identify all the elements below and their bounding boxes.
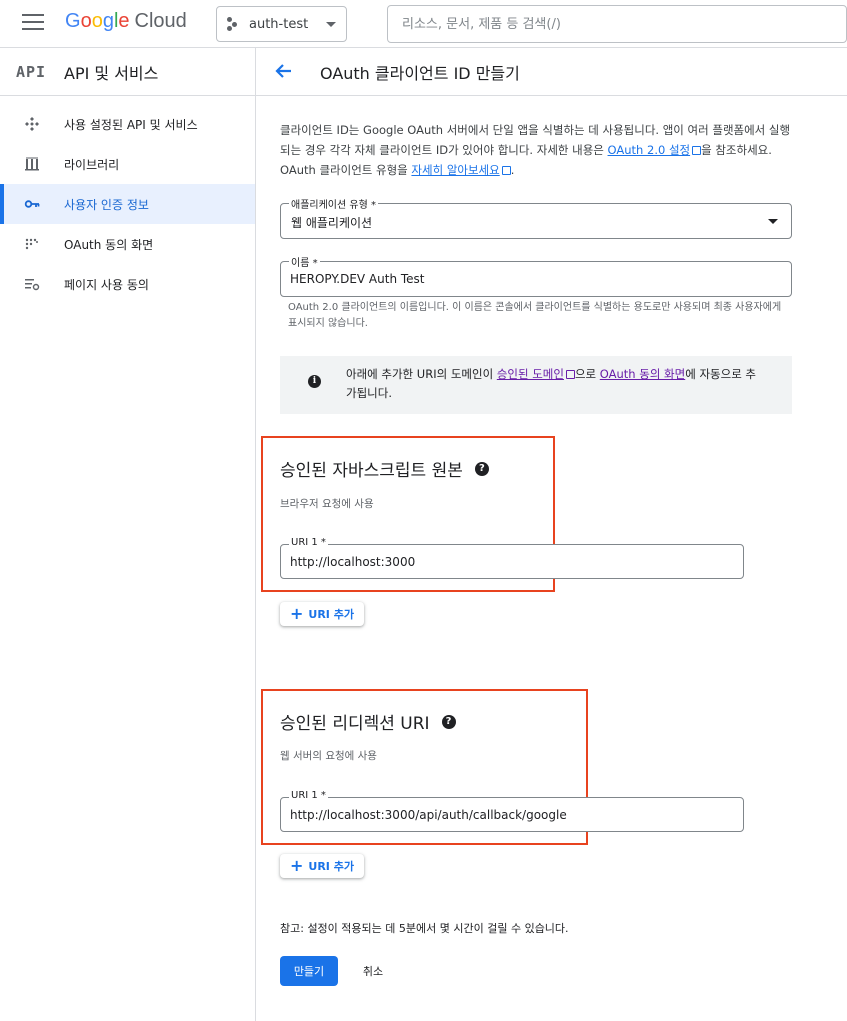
oauth-settings-link[interactable]: OAuth 2.0 설정 xyxy=(608,143,702,157)
application-type-label: 애플리케이션 유형 * xyxy=(289,196,378,211)
project-icon xyxy=(227,17,241,31)
name-field: 이름 * xyxy=(280,254,792,297)
info-box: i 아래에 추가한 URI의 도메인이 승인된 도메인 으로 OAuth 동의 화… xyxy=(280,356,792,414)
menu-icon[interactable] xyxy=(22,14,44,34)
search-input[interactable] xyxy=(402,16,832,32)
sidebar-item-label: 사용 설정된 API 및 서비스 xyxy=(64,117,198,132)
help-icon[interactable]: ? xyxy=(441,714,456,729)
sidebar-item-label: 라이브러리 xyxy=(64,157,120,172)
search-box[interactable] xyxy=(387,5,847,43)
sidebar-title: API 및 서비스 xyxy=(64,63,159,83)
intro-text: 클라이언트 ID는 Google OAuth 서버에서 단일 앱을 식별하는 데… xyxy=(280,123,791,177)
sidebar-item-credentials[interactable]: 사용자 인증 정보 xyxy=(0,184,255,224)
dropdown-arrow-icon xyxy=(768,219,778,224)
sidebar-nav: 사용 설정된 API 및 서비스 라이브러리 사용자 인증 정보 OAuth 동… xyxy=(0,96,255,304)
plus-icon: + xyxy=(290,604,304,623)
sidebar-header: API API 및 서비스 xyxy=(0,48,255,96)
add-js-origin-uri-button[interactable]: + URI 추가 xyxy=(280,602,364,626)
oauth-consent-screen-link[interactable]: OAuth 동의 화면 xyxy=(600,367,685,381)
add-redirect-uri-button[interactable]: + URI 추가 xyxy=(280,854,364,878)
top-bar: Google Cloud auth-test xyxy=(0,0,847,48)
sidebar-item-label: 페이지 사용 동의 xyxy=(64,277,149,292)
external-link-icon xyxy=(565,370,575,379)
consent-screen-icon xyxy=(24,236,40,252)
redirect-uri-field: URI 1 * xyxy=(280,790,744,832)
js-origin-uri-field: URI 1 * xyxy=(280,537,744,579)
learn-more-link[interactable]: 자세히 알아보세요 xyxy=(411,163,511,177)
info-icon: i xyxy=(308,375,321,388)
redirect-uri-input[interactable] xyxy=(290,798,706,831)
redirect-uris-title: 승인된 리디렉션 URI ? xyxy=(280,709,456,734)
info-text: 아래에 추가한 URI의 도메인이 승인된 도메인 으로 OAuth 동의 화면에… xyxy=(346,367,757,400)
sidebar-item-enabled-apis[interactable]: 사용 설정된 API 및 서비스 xyxy=(0,104,255,144)
google-cloud-logo[interactable]: Google Cloud xyxy=(65,10,187,33)
library-icon xyxy=(24,156,40,172)
plus-icon: + xyxy=(290,856,304,875)
sidebar-item-library[interactable]: 라이브러리 xyxy=(0,144,255,184)
api-hub-icon xyxy=(24,116,40,132)
page-title: OAuth 클라이언트 ID 만들기 xyxy=(320,63,520,83)
main-content: OAuth 클라이언트 ID 만들기 클라이언트 ID는 Google OAut… xyxy=(256,48,847,1021)
application-type-value: 웹 애플리케이션 xyxy=(291,216,373,230)
create-button[interactable]: 만들기 xyxy=(280,956,338,986)
settings-list-icon xyxy=(24,276,40,292)
api-logo-icon: API xyxy=(16,62,47,81)
sidebar-item-page-usage[interactable]: 페이지 사용 동의 xyxy=(0,264,255,304)
back-arrow-icon[interactable] xyxy=(274,61,296,83)
help-icon[interactable]: ? xyxy=(474,461,489,476)
sidebar: API API 및 서비스 사용 설정된 API 및 서비스 라이브러리 사용자… xyxy=(0,48,256,1021)
external-link-icon xyxy=(692,146,702,155)
external-link-icon xyxy=(501,166,511,175)
authorized-domains-link[interactable]: 승인된 도메인 xyxy=(497,367,575,381)
redirect-uris-subtitle: 웹 서버의 요청에 사용 xyxy=(280,750,377,762)
cancel-button[interactable]: 취소 xyxy=(356,956,390,986)
sidebar-item-oauth-consent[interactable]: OAuth 동의 화면 xyxy=(0,224,255,264)
key-icon xyxy=(24,196,40,212)
js-origins-title: 승인된 자바스크립트 원본 ? xyxy=(280,456,489,481)
name-helper-text: OAuth 2.0 클라이언트의 이름입니다. 이 이름은 콘솔에서 클라이언트… xyxy=(288,302,782,329)
js-origins-subtitle: 브라우저 요청에 사용 xyxy=(280,498,374,510)
page-header: OAuth 클라이언트 ID 만들기 xyxy=(256,48,847,96)
application-type-select[interactable]: 애플리케이션 유형 * 웹 애플리케이션 xyxy=(280,196,792,239)
sidebar-item-label: OAuth 동의 화면 xyxy=(64,237,154,252)
sidebar-item-label: 사용자 인증 정보 xyxy=(64,197,149,212)
chevron-down-icon xyxy=(326,21,336,27)
project-picker[interactable]: auth-test xyxy=(216,6,347,42)
name-input[interactable] xyxy=(290,262,749,296)
settings-note: 참고: 설정이 적용되는 데 5분에서 몇 시간이 걸릴 수 있습니다. xyxy=(280,922,569,935)
js-origin-uri-input[interactable] xyxy=(290,545,706,578)
project-name: auth-test xyxy=(249,16,309,32)
